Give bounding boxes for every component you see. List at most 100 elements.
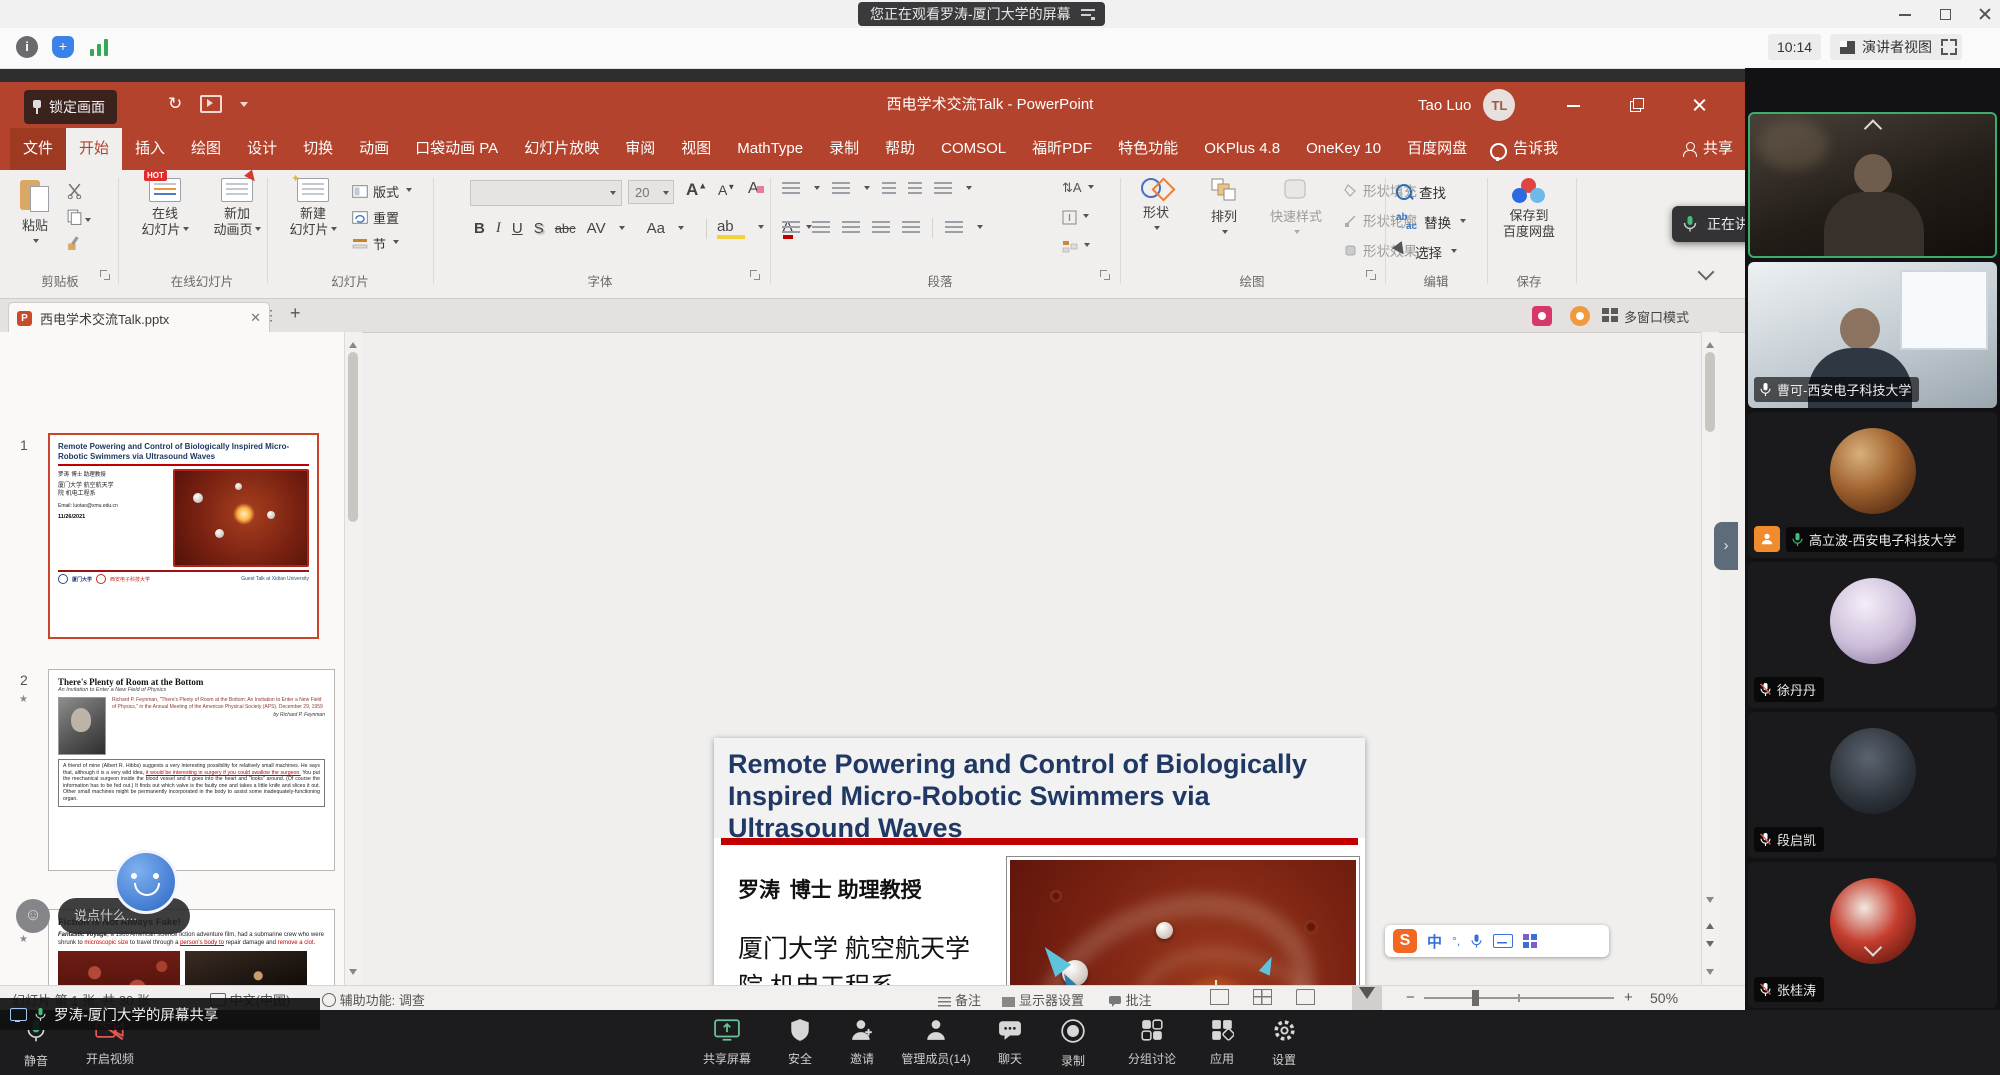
bold-button[interactable]: B xyxy=(474,220,485,237)
reaction-emoji-icon[interactable] xyxy=(114,850,178,914)
minimize-button[interactable] xyxy=(1898,7,1912,21)
ribbon-tab-comsol[interactable]: COMSOL xyxy=(928,128,1019,170)
ribbon-tab-draw[interactable]: 绘图 xyxy=(178,128,234,170)
ribbon-tab-pocket-animation[interactable]: 口袋动画 PA xyxy=(402,128,511,170)
plugin-icon-1[interactable] xyxy=(1532,306,1552,326)
convert-smartart-button[interactable] xyxy=(1062,240,1090,253)
video-tile-duanqikai[interactable]: 段启凯 xyxy=(1748,712,1997,858)
start-slideshow-icon[interactable] xyxy=(200,95,222,113)
previous-slide-icon[interactable] xyxy=(1706,919,1714,929)
account-avatar[interactable]: TL xyxy=(1483,89,1515,121)
ribbon-tab-baidu-netdisk[interactable]: 百度网盘 xyxy=(1394,128,1480,170)
sogou-logo-icon[interactable]: S xyxy=(1393,929,1417,953)
thumb-scroll-up-icon[interactable] xyxy=(349,338,357,348)
redo-icon[interactable]: ↻ xyxy=(168,94,182,114)
decrease-indent-icon[interactable] xyxy=(882,182,896,196)
increase-indent-icon[interactable] xyxy=(908,182,922,196)
ribbon-tab-mathtype[interactable]: MathType xyxy=(724,128,816,170)
collapse-ribbon-icon[interactable] xyxy=(1698,264,1715,281)
fullscreen-button[interactable] xyxy=(1936,34,1962,60)
slide-thumbnail-1[interactable]: Remote Powering and Control of Biologica… xyxy=(48,433,319,639)
paragraph-dialog-launcher[interactable] xyxy=(1100,270,1110,280)
quick-styles-button[interactable]: 快速样式 xyxy=(1260,178,1332,241)
close-document-tab-icon[interactable]: ✕ xyxy=(250,310,261,326)
arrange-button[interactable]: 排列 xyxy=(1196,178,1252,241)
ribbon-tab-record[interactable]: 录制 xyxy=(816,128,872,170)
plugin-icon-2[interactable] xyxy=(1570,306,1590,326)
emoji-button[interactable]: ☺ xyxy=(16,899,50,933)
format-painter-button[interactable] xyxy=(66,234,83,254)
video-tile-gaolibo[interactable]: 高立波-西安电子科技大学 xyxy=(1748,412,1997,558)
next-slide-icon[interactable] xyxy=(1706,941,1714,951)
sidebar-collapse-handle[interactable]: › xyxy=(1714,522,1738,570)
bullets-icon[interactable] xyxy=(782,182,800,196)
settings-button[interactable]: 设置 xyxy=(1246,1018,1322,1068)
select-button[interactable]: 选择 xyxy=(1396,242,1457,262)
reading-view-icon[interactable] xyxy=(1296,989,1315,1005)
zoom-in-button[interactable]: + xyxy=(1624,989,1633,1006)
replace-button[interactable]: ab→ac替换 xyxy=(1396,212,1466,232)
ime-keyboard-icon[interactable] xyxy=(1493,934,1513,948)
video-tile-speaker[interactable] xyxy=(1748,112,1997,258)
video-tile-zhangguitao[interactable]: 张桂涛 xyxy=(1748,862,1997,1008)
record-button[interactable]: 录制 xyxy=(1035,1018,1111,1069)
breakout-button[interactable]: 分组讨论 xyxy=(1114,1018,1190,1067)
canvas-scroll-bottom-icon[interactable] xyxy=(1706,969,1714,979)
canvas-scroll-down-icon[interactable] xyxy=(1706,897,1714,907)
ribbon-tab-okplus[interactable]: OKPlus 4.8 xyxy=(1191,128,1293,170)
reset-button[interactable]: 重置 xyxy=(352,208,399,227)
zoom-slider-thumb[interactable] xyxy=(1472,990,1479,1006)
online-slides-button[interactable]: HOT 在线幻灯片 xyxy=(132,178,198,238)
find-button[interactable]: 查找 xyxy=(1396,182,1446,202)
slide-sorter-view-icon[interactable] xyxy=(1253,989,1272,1005)
new-animation-page-button[interactable]: 新加动画页 xyxy=(204,178,270,238)
manage-members-button[interactable]: 管理成员(14) xyxy=(898,1018,974,1067)
ribbon-tab-slideshow[interactable]: 幻灯片放映 xyxy=(511,128,612,170)
new-slide-button[interactable]: ✦ 新建幻灯片 xyxy=(282,178,344,238)
justify-icon[interactable] xyxy=(872,221,890,235)
ribbon-tab-foxit-pdf[interactable]: 福昕PDF xyxy=(1019,128,1105,170)
zoom-out-button[interactable]: − xyxy=(1406,989,1415,1006)
save-to-baidu-button[interactable]: 保存到百度网盘 xyxy=(1494,178,1564,240)
tab-more-icon[interactable]: ⋮ xyxy=(264,307,279,324)
paste-button[interactable]: 粘贴 xyxy=(10,178,60,250)
cut-button[interactable] xyxy=(66,182,83,202)
normal-view-icon[interactable] xyxy=(1210,989,1229,1005)
underline-button[interactable]: U xyxy=(512,220,523,237)
canvas-scrollbar-thumb[interactable] xyxy=(1705,352,1715,432)
share-button[interactable]: 共享 xyxy=(1682,128,1733,170)
maximize-button[interactable] xyxy=(1938,7,1952,21)
accessibility-status[interactable]: 辅助功能: 调查 xyxy=(322,990,425,1009)
ime-mic-icon[interactable] xyxy=(1470,933,1483,949)
multiwindow-label[interactable]: 多窗口模式 xyxy=(1624,307,1689,326)
qat-dropdown-icon[interactable] xyxy=(240,102,248,111)
shapes-button[interactable]: 形状 xyxy=(1128,178,1184,237)
ppt-minimize-button[interactable] xyxy=(1566,97,1582,113)
clear-formatting-button[interactable]: A xyxy=(748,180,764,198)
new-tab-icon[interactable]: + xyxy=(290,303,301,324)
ppt-restore-button[interactable] xyxy=(1629,97,1645,113)
slideshow-view-button[interactable] xyxy=(1352,986,1382,1011)
ribbon-tab-view[interactable]: 视图 xyxy=(668,128,724,170)
invite-button[interactable]: 邀请 xyxy=(824,1018,900,1067)
grow-font-button[interactable]: A▲ xyxy=(686,180,707,200)
participants-scroll-up-icon[interactable] xyxy=(1863,119,1881,137)
thumb-scrollbar-thumb[interactable] xyxy=(348,352,358,522)
comments-button[interactable]: 批注 xyxy=(1108,990,1152,1009)
highlight-color-button[interactable]: ab xyxy=(717,218,745,239)
italic-button[interactable]: I xyxy=(496,220,501,237)
copy-button[interactable] xyxy=(66,208,91,228)
multiwindow-icon[interactable] xyxy=(1602,308,1618,322)
line-spacing-icon[interactable] xyxy=(934,182,952,196)
ime-toolbox-icon[interactable] xyxy=(1523,934,1537,948)
video-tile-xudandan[interactable]: 徐丹丹 xyxy=(1748,562,1997,708)
font-size-input[interactable]: 20 xyxy=(628,180,674,204)
ribbon-tab-design[interactable]: 设计 xyxy=(234,128,290,170)
ime-language-icon[interactable]: 中 xyxy=(1427,931,1442,952)
document-tab[interactable]: P 西电学术交流Talk.pptx ✕ xyxy=(8,302,270,333)
lock-screen-button[interactable]: 锁定画面 xyxy=(24,90,117,124)
text-direction-button[interactable]: ⇅A xyxy=(1062,180,1094,196)
zoom-level[interactable]: 50% xyxy=(1650,990,1678,1006)
change-case-button[interactable]: Aa xyxy=(647,220,695,237)
video-tile-caoke[interactable]: 曹可-西安电子科技大学 xyxy=(1748,262,1997,408)
